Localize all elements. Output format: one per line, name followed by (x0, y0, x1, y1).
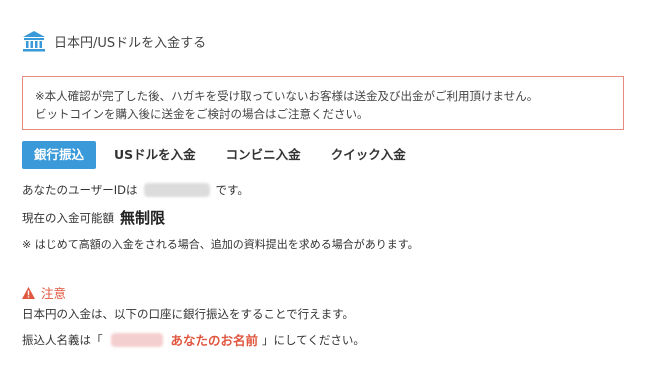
payer-name-suffix: 」にしてください。 (262, 332, 365, 347)
deposit-method-tabs: 銀行振込 USドルを入金 コンビニ入金 クイック入金 (22, 141, 424, 169)
payer-name-highlight: あなたのお名前 (170, 333, 259, 348)
notice-line-2: ビットコインを購入後に送金をご検討の場合はご注意ください。 (35, 107, 369, 121)
notice-box: ※本人確認が完了した後、ハガキを受け取っていないお客様は送金及び出金がご利用頂け… (22, 76, 624, 130)
tab-convenience-store[interactable]: コンビニ入金 (214, 141, 313, 169)
page-header: 日本円/USドルを入金する (22, 28, 206, 54)
user-id-prefix: あなたのユーザーIDは (22, 183, 138, 197)
warning-title: 注意 (41, 286, 67, 301)
warning-icon (22, 286, 35, 299)
redacted-user-id (143, 183, 210, 197)
high-amount-note: ※ はじめて高額の入金をされる場合、追加の資料提出を求める場合があります。 (22, 238, 419, 251)
tab-usd-deposit[interactable]: USドルを入金 (102, 141, 208, 169)
user-id-suffix: です。 (215, 183, 249, 197)
warning-line-2: 振込人名義は「 あなたのお名前 」にしてください。 (22, 330, 365, 349)
warning-line-1: 日本円の入金は、以下の口座に銀行振込をすることで行えます。 (22, 307, 355, 321)
warning-heading: 注意 (22, 283, 66, 302)
deposit-limit-line: 現在の入金可能額 無制限 (22, 207, 165, 228)
page-title: 日本円/USドルを入金する (54, 35, 207, 51)
payer-name-prefix: 振込人名義は「 (22, 332, 103, 347)
user-id-line: あなたのユーザーIDは です。 (22, 182, 249, 198)
deposit-limit-label: 現在の入金可能額 (22, 210, 114, 225)
bank-icon (23, 31, 45, 52)
deposit-limit-value: 無制限 (120, 209, 166, 227)
redacted-payer-name (110, 332, 163, 347)
tab-bank-transfer[interactable]: 銀行振込 (22, 141, 97, 169)
tab-quick-deposit[interactable]: クイック入金 (319, 141, 418, 169)
notice-line-1: ※本人確認が完了した後、ハガキを受け取っていないお客様は送金及び出金がご利用頂け… (35, 89, 539, 103)
